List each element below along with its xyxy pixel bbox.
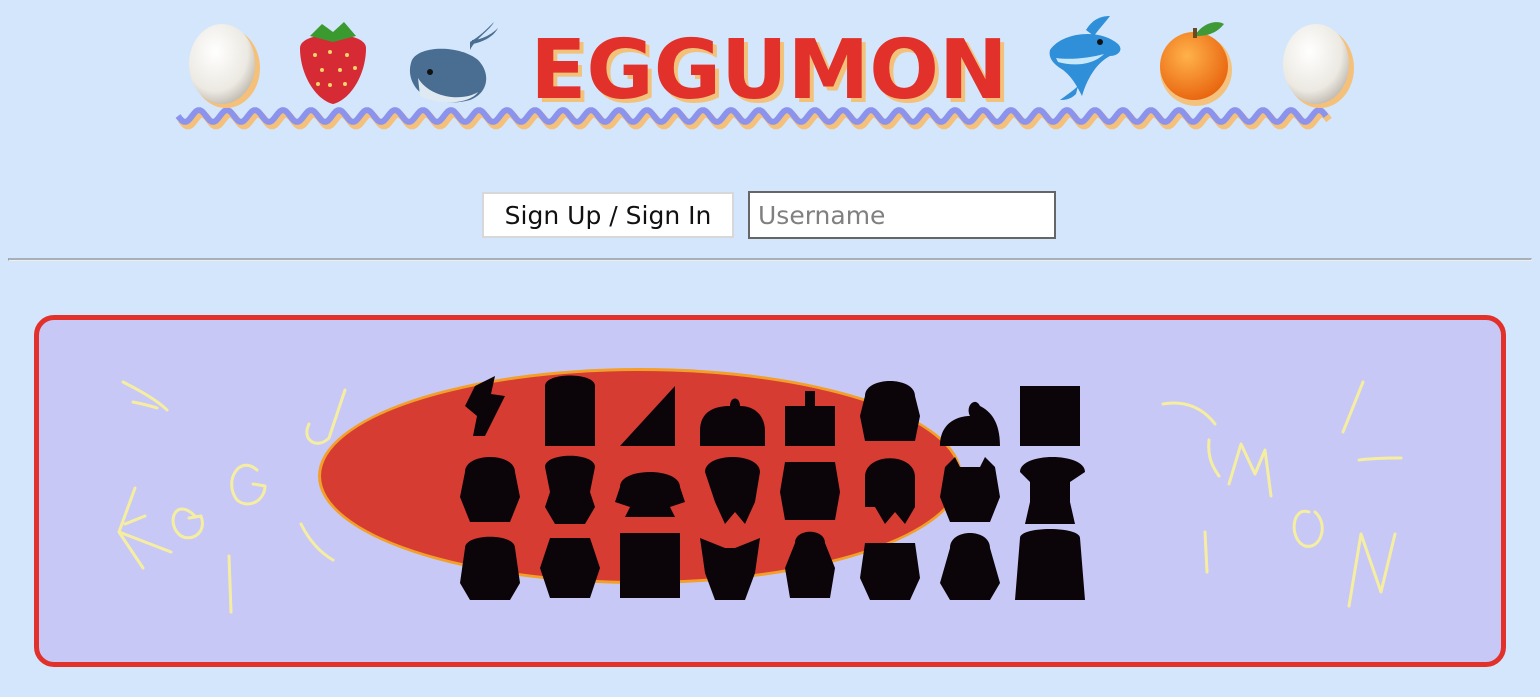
whale-icon: [409, 22, 498, 103]
orange-icon: [1160, 22, 1232, 106]
eggumon-silhouette: [780, 462, 840, 520]
right-scribble-letters: [1161, 380, 1403, 608]
eggumon-silhouette: [460, 457, 520, 522]
eggumon-silhouette: [460, 536, 520, 600]
eggumon-silhouette: [1015, 529, 1085, 600]
banner-graphic: [117, 368, 1403, 614]
eggumon-silhouette: [545, 375, 595, 446]
divider: [8, 258, 1532, 261]
eggumon-silhouette: [940, 533, 1000, 600]
dolphin-icon: [1049, 16, 1121, 100]
eggumon-silhouette: [940, 401, 1000, 446]
header-graphic: EGGUMON EGGUMON: [175, 16, 1354, 130]
eggumon-silhouette: [940, 457, 1000, 522]
strawberry-icon: [300, 22, 366, 104]
egg-icon: [1283, 24, 1354, 108]
left-scribble-letters: [117, 380, 347, 614]
eggumon-silhouette: [860, 543, 920, 600]
auth-bar: Sign Up / Sign In: [482, 191, 1056, 239]
eggumon-silhouette: [1020, 386, 1080, 446]
eggumon-silhouette: [1020, 457, 1085, 524]
eggumon-silhouette: [860, 381, 920, 441]
header: EGGUMON EGGUMON: [0, 0, 1540, 140]
egg-icon: [189, 24, 260, 108]
eggumon-silhouette: [620, 533, 680, 598]
eggumon-silhouette: [540, 538, 600, 598]
eggumon-banner: [34, 315, 1506, 667]
page-title: EGGUMON: [530, 23, 1007, 118]
sign-up-sign-in-button[interactable]: Sign Up / Sign In: [482, 192, 734, 238]
username-input[interactable]: [748, 191, 1056, 239]
eggumon-silhouette: [545, 455, 595, 524]
